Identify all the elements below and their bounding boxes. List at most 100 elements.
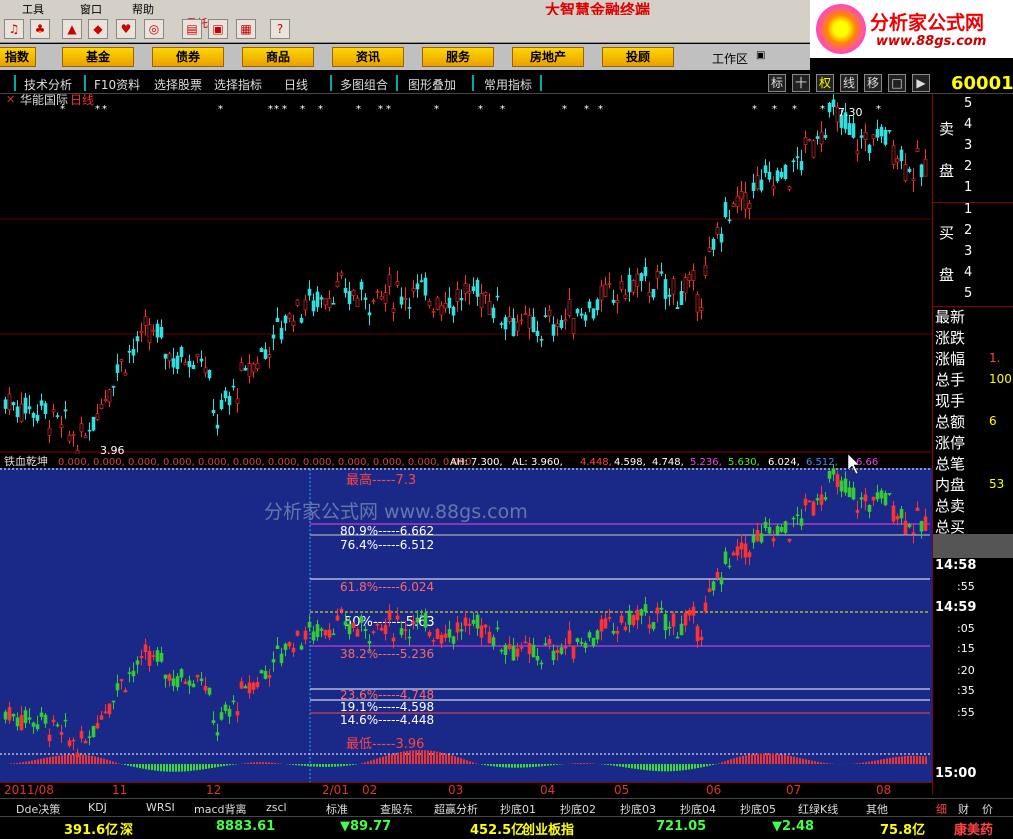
indicator-tab[interactable]: 价 <box>982 801 993 817</box>
histogram-bar <box>103 758 105 764</box>
workspace-dropdown-icon[interactable]: ▣ <box>756 50 765 61</box>
play-icon[interactable]: ▶ <box>912 74 930 92</box>
candle-body <box>903 164 908 181</box>
signal-dot: * <box>378 104 383 115</box>
cat-index[interactable]: 指数 <box>0 47 36 67</box>
candle-body <box>267 675 272 678</box>
signal-dot: * <box>752 104 757 115</box>
histogram-bar <box>829 763 831 764</box>
buy-label-2: 盘 <box>939 266 955 284</box>
candle-body <box>719 233 724 243</box>
grid-icon[interactable]: ▦ <box>236 19 256 39</box>
indicator-tab[interactable]: 查股东 <box>380 801 413 817</box>
indicator-tab[interactable]: 抄底03 <box>620 801 656 817</box>
candle-body <box>819 494 824 505</box>
close-chart-icon[interactable]: ✕ <box>6 94 15 106</box>
tb-overlay[interactable]: 图形叠加 <box>408 76 456 93</box>
candle-body <box>11 713 16 717</box>
chart-area[interactable]: ✕ 华能国际 日线 * * * * * * * * * * * * * * * * * * * * * * * 7.30 3… <box>0 94 932 794</box>
window-box-icon[interactable]: □ <box>888 74 906 92</box>
indicator-tab[interactable]: 抄底04 <box>680 801 716 817</box>
icon-toolbar: ♫ ♣ ▲ ◆ ♥ ◎ 委托 ▤ ▣ ▦ ? <box>0 15 810 43</box>
candle-body <box>847 487 852 498</box>
indicator-tab[interactable]: Dde决策 <box>16 801 60 817</box>
indicator-name[interactable]: 铁血乾坤 <box>4 454 48 468</box>
indicator-tab[interactable]: 抄底05 <box>740 801 776 817</box>
tb-move-button[interactable]: 移 <box>864 74 882 92</box>
search-icon[interactable]: ◎ <box>144 19 164 39</box>
cat-bond[interactable]: 债券 <box>152 47 224 67</box>
histogram-bar <box>541 764 543 767</box>
cat-service[interactable]: 服务 <box>422 47 494 67</box>
indicator-tab[interactable]: 标准 <box>326 801 348 817</box>
indicator-tab[interactable]: WRSI <box>146 801 175 814</box>
tb-line-button[interactable]: 线 <box>840 74 858 92</box>
cat-fund[interactable]: 基金 <box>62 47 134 67</box>
candle-body <box>383 292 388 304</box>
candle-body <box>179 346 184 358</box>
tb-mark-button[interactable]: 标 <box>768 74 786 92</box>
indicator-tab[interactable]: zscl <box>266 801 287 814</box>
quote-field-label: 总手 <box>935 371 966 389</box>
tb-tech-analysis[interactable]: 技术分析 <box>24 76 72 93</box>
indicator-tab[interactable]: macd背离 <box>194 801 247 817</box>
candle-body <box>103 711 108 714</box>
histogram-bar <box>898 756 900 764</box>
candle-body <box>499 649 504 652</box>
histogram-bar <box>592 763 594 764</box>
histogram-bar <box>712 764 714 765</box>
indicator-tab[interactable]: 抄底01 <box>500 801 536 817</box>
heart-icon[interactable]: ♥ <box>116 19 136 39</box>
candle-body <box>543 643 548 646</box>
candle-body <box>11 402 16 406</box>
candle-body <box>755 529 760 542</box>
histogram-bar <box>862 762 864 764</box>
tb-f10[interactable]: F10资料 <box>94 76 140 93</box>
indicator-tab[interactable]: 超赢分析 <box>434 801 478 817</box>
histogram-bar <box>517 764 519 768</box>
workspace-label[interactable]: 工作区 <box>712 50 748 67</box>
tb-rights-button[interactable]: 权 <box>816 74 834 92</box>
indicator-tab[interactable]: KDJ <box>88 801 107 814</box>
indicator-tab[interactable]: 细 <box>936 801 947 817</box>
tb-daily[interactable]: 日线 <box>284 76 308 93</box>
candle-body <box>819 131 824 145</box>
cat-news[interactable]: 资讯 <box>332 47 404 67</box>
chart-icon[interactable]: ▲ <box>62 19 82 39</box>
indicator-tab[interactable]: 红绿K线 <box>798 801 838 817</box>
tick-time: 14:59 <box>935 600 977 615</box>
candle-body <box>79 423 84 433</box>
candle-body <box>435 629 440 640</box>
candle-body <box>859 135 864 138</box>
candle-body <box>107 389 112 403</box>
print-icon[interactable]: ▤ <box>182 19 202 39</box>
tb-common-indicators[interactable]: 常用指标 <box>484 76 532 93</box>
candle-body <box>59 732 64 735</box>
candle-body <box>487 631 492 644</box>
alarm-icon[interactable]: ♣ <box>30 19 50 39</box>
candle-body <box>655 271 660 279</box>
indicator-tab[interactable]: 抄底02 <box>560 801 596 817</box>
cat-commodity[interactable]: 商品 <box>242 47 314 67</box>
diamond-icon[interactable]: ◆ <box>88 19 108 39</box>
tb-select-stock[interactable]: 选择股票 <box>154 76 202 93</box>
price-panel <box>0 94 932 454</box>
window-icon[interactable]: ▣ <box>208 19 228 39</box>
histogram-bar <box>610 764 612 766</box>
histogram-bar <box>673 764 675 772</box>
cat-realestate[interactable]: 房地产 <box>512 47 584 67</box>
cat-advisor[interactable]: 投顾 <box>602 47 674 67</box>
bell-icon[interactable]: ♫ <box>4 19 24 39</box>
signal-dot: * <box>102 104 107 115</box>
crosshair-icon[interactable]: 十 <box>792 74 810 92</box>
tb-multi-chart[interactable]: 多图组合 <box>340 76 388 93</box>
indicator-tab[interactable]: 其他 <box>866 801 888 817</box>
tb-select-indicator[interactable]: 选择指标 <box>214 76 262 93</box>
candle-body <box>431 640 436 642</box>
date-label: 12 <box>206 783 222 797</box>
help-icon[interactable]: ? <box>270 19 290 39</box>
indicator-tab[interactable]: 财 <box>958 801 969 817</box>
candle-body <box>155 650 160 662</box>
candle-body <box>131 349 136 356</box>
histogram-bar <box>691 764 693 770</box>
